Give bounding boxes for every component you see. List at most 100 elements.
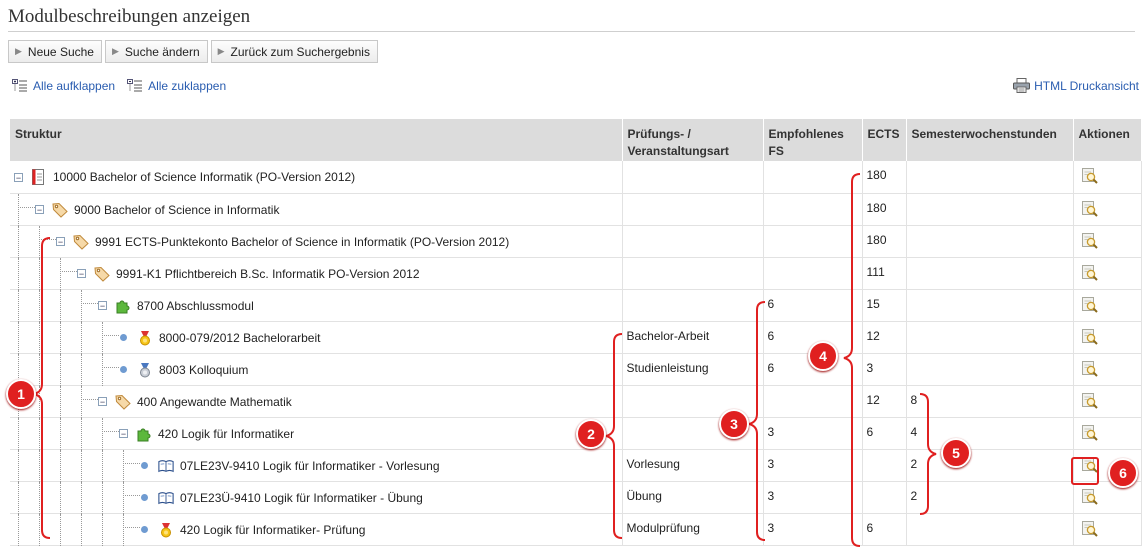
- tree-guide: [60, 353, 61, 386]
- structure-cell: − 400 Angewandte Mathematik: [10, 385, 623, 418]
- document-icon: [31, 169, 47, 185]
- tree-guide: [39, 353, 40, 386]
- tree-guide: [60, 257, 61, 290]
- sws-cell: [906, 225, 1074, 258]
- exam-type-cell: [622, 385, 764, 418]
- header-exam-type[interactable]: Prüfungs- / Veranstaltungsart: [622, 119, 764, 161]
- collapse-toggle[interactable]: −: [14, 172, 23, 182]
- module-title[interactable]: 8700 Abschlussmodul: [137, 299, 254, 313]
- tree-node: 8000-079/2012 Bachelorarbeit: [119, 330, 320, 346]
- header-actions: Aktionen: [1073, 119, 1142, 161]
- view-details-icon[interactable]: [1081, 424, 1098, 441]
- ects-cell: 6: [862, 417, 907, 450]
- view-details-icon[interactable]: [1081, 168, 1098, 184]
- module-title[interactable]: 10000 Bachelor of Science Informatik (PO…: [53, 170, 355, 184]
- tag-icon: [73, 234, 89, 250]
- view-details-icon[interactable]: [1081, 200, 1098, 217]
- tree-connector: [18, 206, 35, 208]
- structure-cell: − 9991 ECTS-Punktekonto Bachelor of Scien…: [10, 225, 623, 258]
- view-details-icon[interactable]: [1081, 296, 1098, 313]
- table-row: − 8700 Abschlussmodul 6 15: [10, 289, 1142, 322]
- view-details-icon[interactable]: [1081, 264, 1098, 281]
- ects-cell: [862, 449, 907, 482]
- tree-connector: [102, 430, 119, 432]
- tree-guide: [18, 417, 19, 450]
- new-search-button[interactable]: ▶ Neue Suche: [8, 40, 102, 63]
- expand-all-link[interactable]: Alle aufklappen: [12, 79, 115, 93]
- tree-connector: [123, 494, 140, 496]
- print-view-link[interactable]: HTML Druckansicht: [1013, 78, 1139, 93]
- view-details-icon[interactable]: [1081, 392, 1098, 409]
- view-details-icon[interactable]: [1081, 456, 1098, 473]
- header-ects[interactable]: ECTS: [862, 119, 907, 161]
- tree-guide: [123, 449, 124, 482]
- sws-cell: [906, 289, 1074, 322]
- tree-guide: [81, 353, 82, 386]
- tree-guide: [81, 385, 82, 418]
- module-title[interactable]: 9000 Bachelor of Science in Informatik: [74, 203, 279, 217]
- header-recommended-semester[interactable]: Empfohlenes FS: [763, 119, 863, 161]
- table-row: 8000-079/2012 Bachelorarbeit Bachelor-Arb…: [10, 321, 1142, 354]
- tree-guide: [18, 449, 19, 482]
- tree-connector: [123, 526, 140, 528]
- collapse-toggle[interactable]: −: [119, 429, 128, 439]
- module-title[interactable]: 400 Angewandte Mathematik: [137, 395, 292, 409]
- play-icon: ▶: [111, 46, 119, 56]
- play-icon: ▶: [217, 46, 225, 56]
- module-title[interactable]: 420 Logik für Informatiker: [158, 427, 294, 441]
- recommended-semester-cell: 3: [763, 481, 863, 514]
- tree-guide: [18, 257, 19, 290]
- tree-guide: [18, 385, 19, 418]
- tree-guide: [39, 417, 40, 450]
- tree-guide: [18, 321, 19, 354]
- collapse-toggle[interactable]: −: [56, 237, 65, 247]
- header-sws[interactable]: Semesterwochenstunden: [906, 119, 1074, 161]
- change-search-button[interactable]: ▶ Suche ändern: [104, 40, 208, 63]
- sws-cell: [906, 161, 1074, 194]
- collapse-toggle[interactable]: −: [98, 301, 107, 311]
- table-row: 420 Logik für Informatiker- Prüfung Modul…: [10, 513, 1142, 546]
- tree-node: 420 Logik für Informatiker- Prüfung: [140, 522, 365, 538]
- tree-guide: [18, 289, 19, 322]
- view-details-icon[interactable]: [1081, 232, 1098, 249]
- ects-cell: 3: [862, 353, 907, 386]
- tree-node: 07LE23Ü-9410 Logik für Informatiker - Üb…: [140, 490, 423, 506]
- module-title[interactable]: 07LE23Ü-9410 Logik für Informatiker - Üb…: [180, 491, 423, 505]
- actions-cell: [1073, 513, 1142, 546]
- tree-guide: [39, 385, 40, 418]
- tree-node: − 9991 ECTS-Punktekonto Bachelor of Scien…: [56, 234, 509, 250]
- header-structure[interactable]: Struktur: [10, 119, 623, 161]
- actions-cell: [1073, 193, 1142, 226]
- structure-cell: − 9000 Bachelor of Science in Informatik: [10, 193, 623, 226]
- view-details-icon[interactable]: [1081, 360, 1098, 377]
- sws-cell: [906, 513, 1074, 546]
- tree-guide: [39, 449, 40, 482]
- module-title[interactable]: 8000-079/2012 Bachelorarbeit: [159, 331, 320, 345]
- exam-type-cell: Bachelor-Arbeit: [622, 321, 764, 354]
- module-title[interactable]: 9991-K1 Pflichtbereich B.Sc. Informatik …: [116, 267, 420, 281]
- sws-cell: [906, 257, 1074, 290]
- collapse-toggle[interactable]: −: [35, 205, 44, 215]
- table-row: − 9991-K1 Pflichtbereich B.Sc. Informatik…: [10, 257, 1142, 290]
- view-details-icon[interactable]: [1081, 488, 1098, 505]
- exam-type-cell: [622, 225, 764, 258]
- collapse-all-link[interactable]: Alle zuklappen: [127, 79, 226, 93]
- back-to-results-button[interactable]: ▶ Zurück zum Suchergebnis: [210, 40, 378, 63]
- module-title[interactable]: 8003 Kolloquium: [159, 363, 248, 377]
- collapse-toggle[interactable]: −: [98, 397, 107, 407]
- tree-guide: [102, 417, 103, 450]
- toolbar: ▶ Neue Suche ▶ Suche ändern ▶ Zurück zum Su…: [8, 40, 378, 63]
- view-details-icon[interactable]: [1081, 520, 1098, 537]
- collapse-toggle[interactable]: −: [77, 269, 86, 279]
- view-details-icon[interactable]: [1081, 328, 1098, 345]
- table-row: 07LE23Ü-9410 Logik für Informatiker - Üb…: [10, 481, 1142, 514]
- tree-guide: [18, 353, 19, 386]
- module-title[interactable]: 07LE23V-9410 Logik für Informatiker - Vo…: [180, 459, 440, 473]
- actions-cell: [1073, 257, 1142, 290]
- sws-cell: 4: [906, 417, 1074, 450]
- module-title[interactable]: 420 Logik für Informatiker- Prüfung: [180, 523, 365, 537]
- tag-icon: [115, 394, 131, 410]
- printer-icon: [1013, 78, 1031, 93]
- module-title[interactable]: 9991 ECTS-Punktekonto Bachelor of Scienc…: [95, 235, 509, 249]
- tree-guide: [102, 481, 103, 514]
